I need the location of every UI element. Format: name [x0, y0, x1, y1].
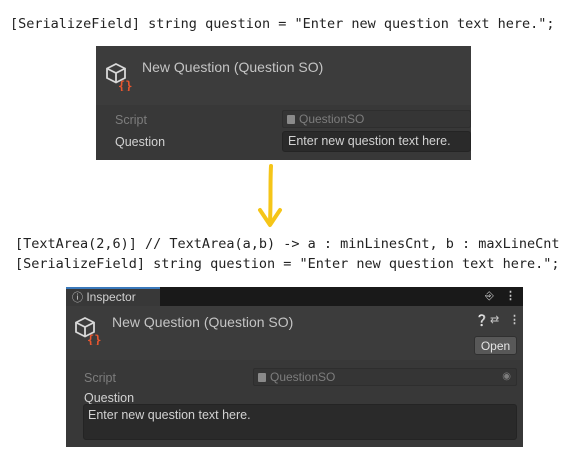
lock-icon[interactable]: ⎆	[485, 290, 494, 302]
script-field-value: QuestionSO	[299, 112, 365, 126]
script-label: Script	[115, 113, 147, 127]
open-button[interactable]: Open	[474, 336, 517, 355]
bottom-code-line-1: [TextArea(2,6)] // TextArea(a,b) -> a : …	[15, 236, 560, 252]
object-picker-icon[interactable]: ◉	[502, 369, 511, 385]
inspector-title: New Question (Question SO)	[112, 314, 294, 330]
question-label: Question	[84, 391, 135, 405]
more-menu-icon[interactable]: ⋮	[505, 290, 516, 302]
script-label: Script	[84, 371, 116, 385]
svg-text:{}: {}	[87, 333, 101, 345]
top-code-line: [SerializeField] string question = "Ente…	[10, 16, 555, 32]
inspector-panel-top: {} New Question (Question SO) Script Que…	[96, 46, 471, 160]
cs-script-icon	[287, 115, 295, 124]
inspector-header: {} New Question (Question SO)	[96, 46, 471, 105]
question-label: Question	[115, 135, 166, 149]
inspector-panel-bottom: ⓘ Inspector ⎆ ⋮ {} New Question (Questio…	[66, 287, 523, 447]
scriptable-object-icon: {}	[74, 315, 104, 347]
script-field[interactable]: QuestionSO	[282, 110, 471, 128]
script-field[interactable]: QuestionSO ◉	[253, 368, 517, 386]
inspector-header: {} New Question (Question SO) ❔ ⇄ ⋮ Open	[66, 306, 523, 360]
question-input[interactable]: Enter new question text here.	[282, 131, 471, 152]
inspector-title: New Question (Question SO)	[142, 59, 324, 75]
help-icon[interactable]: ❔	[475, 315, 489, 327]
bottom-code-line-2: [SerializeField] string question = "Ente…	[15, 256, 560, 272]
preset-icon[interactable]: ⇄	[490, 314, 499, 326]
svg-text:{}: {}	[118, 79, 132, 91]
tab-inspector[interactable]: ⓘ Inspector	[66, 287, 160, 306]
context-menu-icon[interactable]: ⋮	[509, 314, 520, 326]
tab-bar: ⓘ Inspector ⎆ ⋮	[66, 287, 523, 306]
cs-script-icon	[258, 373, 266, 382]
scriptable-object-icon: {}	[105, 61, 135, 93]
down-arrow-icon	[258, 164, 282, 227]
script-field-value: QuestionSO	[270, 370, 336, 384]
question-textarea[interactable]: Enter new question text here.	[83, 404, 517, 440]
tab-inspector-label: Inspector	[86, 290, 136, 304]
info-icon: ⓘ	[72, 292, 83, 304]
